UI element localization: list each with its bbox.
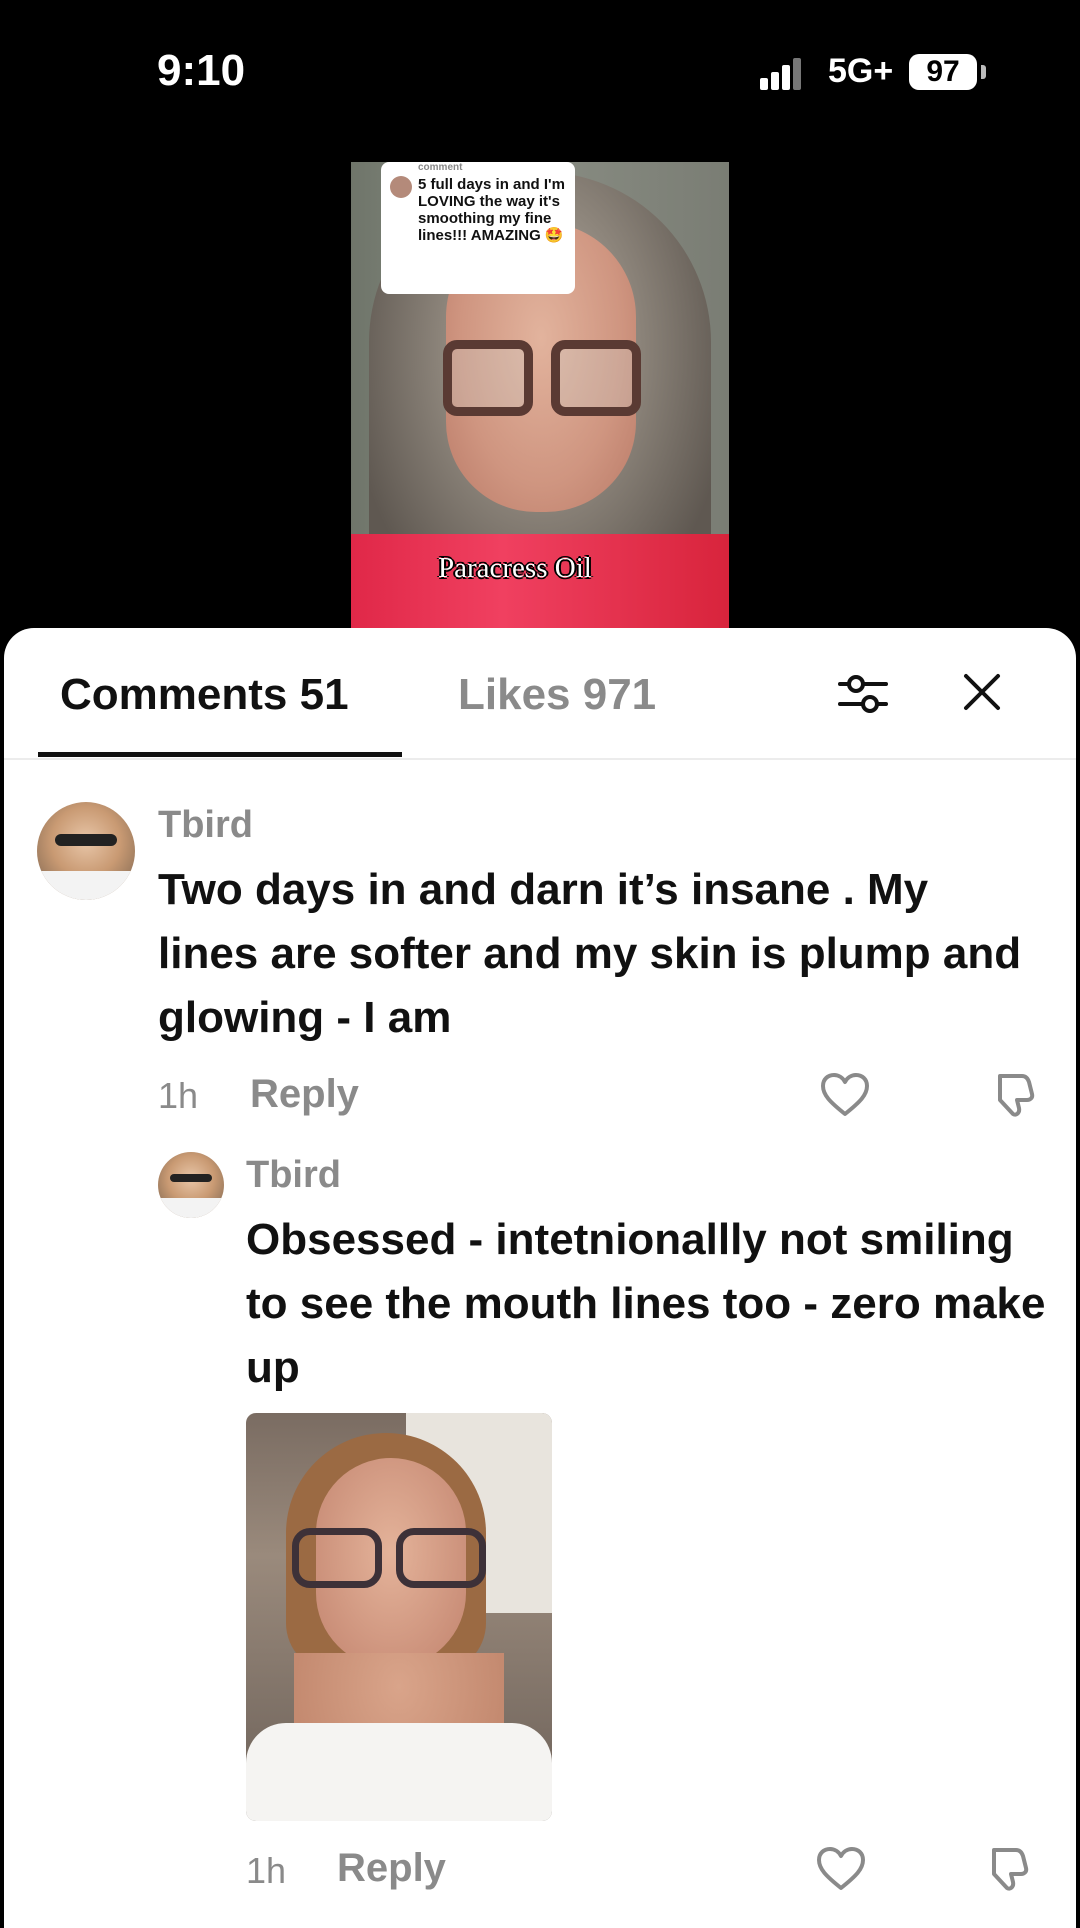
tab-comments[interactable]: Comments 51: [60, 670, 349, 720]
comment-overlay-tag: comment: [418, 162, 463, 173]
battery-tip: [981, 65, 986, 79]
close-icon[interactable]: [960, 670, 1004, 714]
sheet-divider: [4, 758, 1076, 760]
comment-overlay-text: 5 full days in and I'm LOVING the way it…: [418, 176, 565, 244]
dislike-icon[interactable]: [980, 1846, 1030, 1892]
comment-time: 1h: [246, 1850, 287, 1891]
heart-icon[interactable]: [820, 1072, 870, 1118]
reply-button[interactable]: Reply: [250, 1072, 359, 1117]
comment-username[interactable]: Tbird: [158, 804, 253, 847]
reply-button[interactable]: Reply: [337, 1846, 446, 1891]
heart-icon[interactable]: [816, 1846, 866, 1892]
status-time: 9:10: [157, 46, 246, 95]
comment-time: 1h: [158, 1075, 199, 1116]
tab-likes[interactable]: Likes 971: [458, 670, 656, 720]
battery-icon: 97: [909, 54, 977, 90]
comment-overlay-avatar: [390, 176, 412, 198]
filter-icon[interactable]: [838, 672, 888, 716]
dislike-icon[interactable]: [986, 1072, 1036, 1118]
comment-text: Obsessed - intetnionallly not smiling to…: [246, 1215, 1046, 1392]
avatar[interactable]: [37, 802, 135, 900]
network-label: 5G+: [828, 52, 894, 90]
comment-photo[interactable]: [246, 1413, 552, 1821]
signal-icon: [760, 58, 802, 90]
comment-text: Two days in and darn it’s insane . My li…: [158, 865, 1022, 1042]
video-caption: Paracress Oil: [438, 552, 592, 584]
avatar[interactable]: [158, 1152, 224, 1218]
video-glasses: [443, 340, 643, 420]
active-tab-indicator: [38, 752, 402, 757]
comment-username[interactable]: Tbird: [246, 1154, 341, 1197]
status-bar: 9:10 5G+ 97: [0, 0, 1080, 150]
